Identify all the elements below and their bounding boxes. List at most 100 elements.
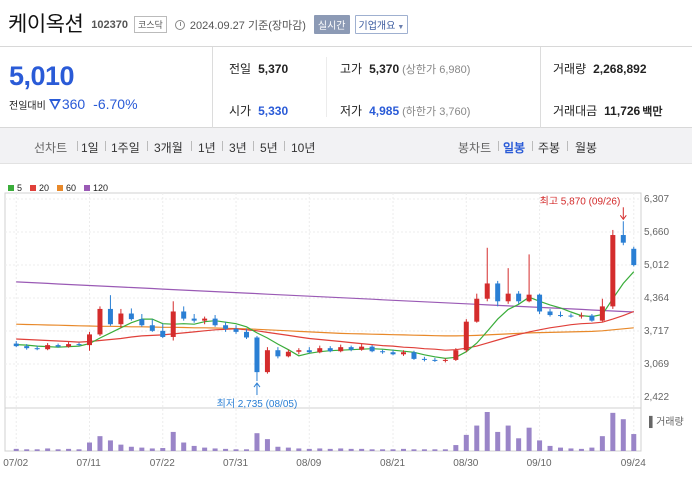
x-tick-label: 07/02: [3, 458, 28, 469]
candle-body: [107, 308, 113, 325]
volume-bar: [327, 448, 333, 451]
max-annotation: 최고 5,870 (09/26): [540, 195, 621, 207]
volume-bar: [589, 447, 595, 451]
candle-body: [55, 345, 61, 347]
candle-body: [285, 351, 291, 357]
y-tick-label: 3,069: [644, 359, 669, 370]
volume-bar: [516, 438, 522, 451]
volume-bar: [631, 434, 637, 451]
candle-body: [97, 308, 103, 335]
y-tick-label: 5,012: [644, 260, 669, 271]
candle-body: [537, 294, 543, 312]
volume-bar: [558, 447, 563, 451]
volume-bar: [275, 446, 281, 451]
volume-bar: [526, 427, 532, 451]
y-tick-label: 5,660: [644, 227, 669, 238]
volume-bar: [348, 448, 354, 451]
volume-bar: [390, 449, 396, 451]
volume-bar: [223, 448, 229, 451]
x-tick-label: 09/24: [621, 458, 646, 469]
candle-body: [610, 235, 616, 307]
y-tick-label: 4,364: [644, 293, 669, 304]
candle-body: [516, 293, 522, 302]
y-tick-label: 6,307: [644, 194, 669, 205]
candle-body: [505, 293, 511, 302]
volume-bar: [338, 448, 344, 451]
x-tick-label: 09/10: [527, 458, 552, 469]
volume-bar: [55, 449, 61, 451]
candle-body: [369, 346, 375, 352]
candlestick-chart[interactable]: 6,307 5,660 5,012 4,364 3,717 3,069 2,422 07/02…: [0, 0, 692, 477]
volume-bar: [610, 412, 616, 451]
candle-body: [526, 294, 532, 302]
candle-body: [66, 344, 72, 347]
candle-body: [87, 334, 92, 346]
x-tick-label: 07/22: [150, 458, 175, 469]
candle-body: [620, 235, 626, 243]
volume-bar: [87, 442, 92, 451]
volume-bar: [191, 445, 197, 451]
volume-bar: [599, 436, 605, 451]
volume-bar: [181, 442, 187, 451]
volume-bar: [212, 448, 218, 451]
candle-body: [463, 321, 469, 351]
volume-bar: [13, 448, 19, 451]
volume-bar: [170, 431, 176, 451]
volume-bar: [264, 439, 270, 451]
volume-bar: [474, 425, 480, 451]
candle-body: [264, 350, 270, 373]
candle-body: [474, 298, 480, 322]
volume-bar: [139, 447, 145, 451]
volume-bar: [317, 448, 323, 451]
volume-bar: [202, 447, 208, 451]
volume-bar: [537, 440, 543, 451]
candle-body: [139, 319, 145, 326]
candle-body: [317, 348, 323, 353]
candle-body: [223, 325, 229, 329]
candle-body: [327, 348, 333, 352]
volume-label: ▌거래량: [649, 415, 684, 429]
candle-body: [421, 358, 427, 360]
x-tick-label: 08/30: [453, 458, 478, 469]
x-tick-label: 07/11: [77, 458, 102, 469]
candle-body: [390, 352, 396, 355]
volume-bar: [401, 448, 406, 451]
volume-bar: [118, 444, 124, 451]
volume-bar: [453, 445, 459, 451]
volume-bar: [285, 447, 291, 451]
volume-bar: [568, 448, 574, 451]
volume-bar: [484, 412, 490, 451]
candle-body: [160, 330, 166, 337]
candle-body: [170, 311, 176, 337]
volume-bar: [620, 419, 626, 451]
candle-body: [338, 347, 344, 352]
candle-body: [45, 345, 51, 350]
x-tick-label: 08/09: [296, 458, 321, 469]
volume-bar: [369, 449, 375, 451]
volume-bar: [306, 448, 312, 451]
candle-body: [233, 328, 239, 332]
candle-body: [578, 315, 584, 317]
volume-bar: [76, 449, 82, 451]
volume-bar: [495, 431, 501, 451]
candle-body: [558, 315, 563, 317]
candle-body: [380, 351, 386, 353]
candle-body: [244, 331, 249, 338]
candle-body: [568, 315, 574, 317]
min-annotation: 최저 2,735 (08/05): [217, 398, 298, 410]
volume-bar: [160, 448, 166, 451]
candle-body: [118, 313, 124, 325]
candle-body: [495, 283, 501, 302]
volume-bar: [380, 449, 386, 451]
candle-body: [254, 337, 260, 373]
volume-bar: [45, 448, 51, 451]
candle-body: [191, 318, 197, 321]
volume-bar: [505, 425, 511, 451]
volume-bar: [149, 448, 155, 451]
volume-bar: [24, 449, 30, 451]
candle-body: [34, 348, 40, 350]
candle-body: [432, 359, 438, 361]
x-tick-label: 08/21: [380, 458, 405, 469]
x-tick-label: 07/31: [223, 458, 248, 469]
volume-bar: [97, 436, 103, 451]
